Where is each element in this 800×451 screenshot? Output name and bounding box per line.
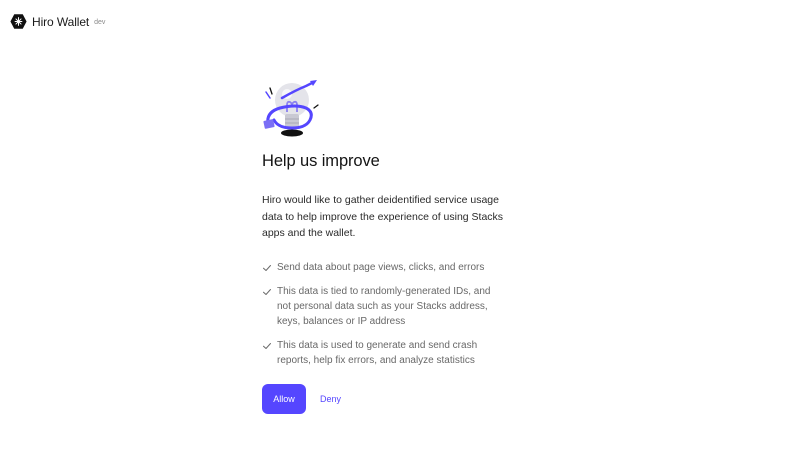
check-icon <box>263 342 271 349</box>
intro-text: Hiro would like to gather deidentified s… <box>262 194 504 239</box>
header: Hiro Wallet dev <box>10 13 105 30</box>
deny-button[interactable]: Deny <box>320 394 341 404</box>
data-collection-list: Send data about page views, clicks, and … <box>262 260 512 368</box>
list-item-text: This data is used to generate and send c… <box>277 339 478 366</box>
main-content: Help us improve Hiro would like to gathe… <box>262 78 512 414</box>
allow-button[interactable]: Allow <box>262 383 306 414</box>
check-icon <box>263 264 271 271</box>
list-item: This data is tied to randomly-generated … <box>262 284 512 329</box>
action-row: Allow Deny <box>262 383 512 414</box>
page-title: Help us improve <box>262 152 380 170</box>
list-item-text: Send data about page views, clicks, and … <box>277 261 485 273</box>
check-icon <box>263 288 271 295</box>
list-item-text: This data is tied to randomly-generated … <box>277 285 491 327</box>
list-item: Send data about page views, clicks, and … <box>262 260 512 275</box>
brand-name: Hiro Wallet <box>32 14 90 29</box>
hiro-logo-icon[interactable] <box>10 13 27 30</box>
lightbulb-illustration-icon <box>263 80 319 137</box>
environment-tag: dev <box>94 19 106 26</box>
list-item: This data is used to generate and send c… <box>262 338 512 368</box>
